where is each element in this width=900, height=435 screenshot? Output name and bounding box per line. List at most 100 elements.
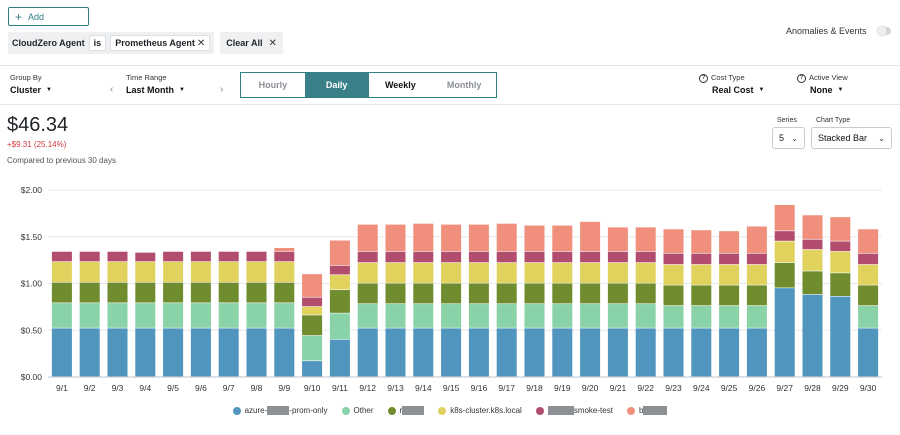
chart-type-label: Chart Type	[816, 117, 851, 124]
bar-segment	[274, 251, 295, 262]
bar-segment	[274, 261, 295, 282]
bar-segment	[580, 262, 601, 283]
legend-label: Other	[353, 406, 374, 416]
x-tick-label: 9/11	[332, 383, 348, 393]
x-tick-label: 9/16	[471, 383, 488, 393]
filter-bar: CloudZero Agent is Prometheus Agent ✕ Cl…	[8, 32, 283, 54]
tab-weekly[interactable]: Weekly	[369, 73, 433, 97]
filter-operator[interactable]: is	[88, 35, 107, 51]
bar-segment	[246, 261, 267, 282]
bar-segment	[413, 283, 434, 304]
bar-segment	[413, 262, 434, 283]
filter-field[interactable]: CloudZero Agent	[12, 38, 85, 48]
bar-segment	[329, 240, 350, 266]
bar-segment	[552, 262, 573, 283]
bar-segment	[607, 283, 628, 304]
time-range-control[interactable]: Time Range Last Month ▼	[126, 73, 185, 95]
active-filter: CloudZero Agent is Prometheus Agent ✕	[8, 32, 215, 54]
active-view-control[interactable]: ? Active View None ▼	[797, 73, 848, 95]
filter-value-chip[interactable]: Prometheus Agent ✕	[110, 35, 211, 51]
bar-segment	[218, 303, 239, 328]
legend-label: smoke-test	[547, 406, 613, 416]
bar-segment	[830, 296, 851, 377]
x-tick-label: 9/17	[498, 383, 515, 393]
time-range-value: Last Month	[126, 85, 174, 95]
chart-type-select[interactable]: Stacked Bar ⌄	[811, 127, 892, 149]
x-tick-label: 9/19	[554, 383, 571, 393]
bar-segment	[635, 227, 656, 252]
x-tick-label: 9/29	[832, 383, 849, 393]
bar-segment	[552, 304, 573, 328]
x-tick-label: 9/14	[415, 383, 432, 393]
bar-segment	[218, 261, 239, 282]
bar-segment	[802, 294, 823, 377]
group-by-label: Group By	[10, 73, 42, 82]
x-tick-label: 9/28	[804, 383, 821, 393]
bar-segment	[580, 283, 601, 304]
bar-segment	[357, 328, 378, 377]
remove-filter-icon[interactable]: ✕	[197, 38, 205, 49]
chart-type-value: Stacked Bar	[818, 133, 868, 143]
bar-segment	[635, 262, 656, 283]
bar-segment	[246, 282, 267, 303]
active-view-value: None	[810, 84, 833, 95]
chart-legend: azure- -prom-only Other r k8s-cluster.k8s.lo…	[0, 406, 900, 416]
bar-segment	[190, 282, 211, 303]
bar-segment	[746, 285, 767, 306]
bar-segment	[441, 328, 462, 377]
clear-all-button[interactable]: Clear All ✕	[220, 32, 283, 54]
bar-segment	[607, 262, 628, 283]
bar-segment	[246, 251, 267, 262]
bar-segment	[802, 249, 823, 271]
legend-item[interactable]: Other	[341, 406, 374, 416]
cost-type-control[interactable]: ? Cost Type Real Cost ▼	[699, 73, 764, 95]
caret-down-icon: ▼	[179, 87, 185, 93]
bar-segment	[691, 253, 712, 265]
bar-segment	[607, 304, 628, 328]
tab-monthly[interactable]: Monthly	[432, 73, 496, 97]
anomalies-toggle[interactable]	[877, 26, 891, 36]
add-filter-button[interactable]: + Add	[8, 7, 89, 26]
tab-daily[interactable]: Daily	[304, 73, 369, 97]
bar-segment	[329, 313, 350, 339]
legend-label: b	[639, 406, 668, 416]
bar-segment	[190, 328, 211, 377]
close-icon: ✕	[268, 37, 277, 49]
bar-segment	[580, 304, 601, 328]
group-by-value: Cluster	[10, 85, 42, 95]
bar-segment	[635, 328, 656, 377]
caret-down-icon: ▼	[758, 86, 765, 93]
legend-item[interactable]: smoke-test	[535, 406, 613, 416]
x-tick-label: 9/22	[637, 383, 654, 393]
bar-segment	[858, 229, 879, 253]
filter-operator-label: is	[93, 38, 102, 48]
bar-segment	[385, 283, 406, 304]
legend-item[interactable]: azure- -prom-only	[232, 406, 328, 416]
bar-segment	[830, 217, 851, 241]
chevron-right-icon[interactable]: ›	[220, 84, 223, 95]
bar-segment	[496, 223, 517, 252]
bar-segment	[830, 273, 851, 296]
bar-segment	[524, 251, 545, 263]
group-by-control[interactable]: Group By Cluster ▼	[10, 73, 52, 95]
bar-segment	[246, 328, 267, 377]
tab-hourly[interactable]: Hourly	[241, 73, 305, 97]
bar-segment	[413, 328, 434, 377]
series-select[interactable]: 5 ⌄	[772, 127, 805, 149]
legend-item[interactable]: r	[387, 406, 425, 416]
bar-segment	[691, 285, 712, 306]
legend-item[interactable]: k8s-cluster.k8s.local	[438, 406, 522, 415]
bar-segment	[858, 264, 879, 285]
bar-segment	[51, 282, 72, 303]
legend-item[interactable]: b	[626, 406, 668, 416]
cost-delta: +$9.31 (25.14%)	[7, 140, 67, 149]
bar-segment	[329, 265, 350, 275]
chevron-left-icon[interactable]: ‹	[110, 84, 113, 95]
bar-segment	[663, 305, 684, 328]
bar-segment	[302, 315, 323, 336]
bar-segment	[468, 304, 489, 328]
cost-type-label: Cost Type	[711, 73, 745, 82]
bar-segment	[607, 251, 628, 263]
bar-segment	[79, 282, 100, 303]
bar-segment	[719, 328, 740, 377]
